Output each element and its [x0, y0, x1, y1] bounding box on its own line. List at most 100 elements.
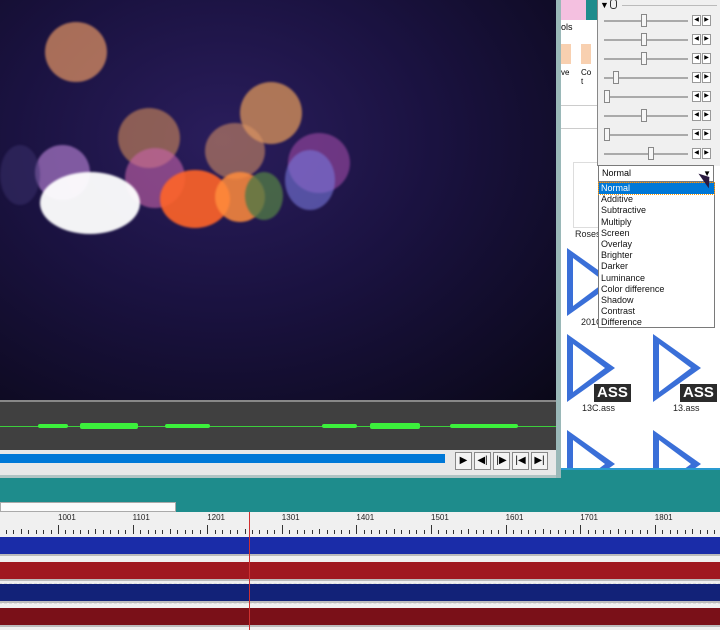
property-slider[interactable]: ◀ ▶ — [604, 90, 718, 104]
go-start-button[interactable]: |◀ — [512, 452, 529, 470]
collapse-arrow-icon[interactable]: ▼ — [600, 0, 609, 10]
file-name[interactable]: Roses — [575, 229, 601, 239]
decrement-button[interactable]: ◀ — [692, 15, 701, 26]
slider-thumb[interactable] — [613, 71, 620, 84]
ruler-tick — [28, 530, 30, 534]
file-name[interactable]: 13C.ass — [582, 403, 615, 413]
ruler-tick — [229, 530, 231, 534]
increment-button[interactable]: ▶ — [702, 129, 711, 140]
next-frame-button[interactable]: |▶ — [493, 452, 510, 470]
ruler-tick — [692, 529, 694, 534]
play-button[interactable]: ▶ — [455, 452, 472, 470]
ruler-tick — [20, 529, 22, 534]
prev-frame-button[interactable]: ◀| — [474, 452, 491, 470]
playback-progress-bar[interactable] — [0, 454, 445, 463]
property-slider[interactable]: ◀ ▶ — [604, 14, 718, 28]
timeline-ruler[interactable]: 1001 1101 1201 1301 1401 1501 1601 1701 1801 — [0, 512, 720, 537]
blend-option[interactable]: Difference — [599, 317, 714, 328]
ruler-tick — [87, 530, 89, 534]
slider-thumb[interactable] — [641, 14, 648, 27]
ruler-tick — [416, 530, 418, 534]
blend-option[interactable]: Multiply — [599, 217, 714, 228]
increment-button[interactable]: ▶ — [702, 53, 711, 64]
slider-thumb[interactable] — [641, 109, 648, 122]
decrement-button[interactable]: ◀ — [692, 110, 701, 121]
ruler-tick — [326, 530, 328, 534]
property-slider[interactable]: ◀ ▶ — [604, 71, 718, 85]
blend-option[interactable]: Subtractive — [599, 205, 714, 216]
audio-waveform[interactable] — [0, 400, 556, 450]
timeline-track[interactable] — [0, 562, 720, 581]
slider-thumb[interactable] — [604, 128, 610, 141]
increment-button[interactable]: ▶ — [702, 91, 711, 102]
blend-option[interactable]: Normal — [598, 181, 715, 196]
ruler-label: 1801 — [654, 513, 673, 522]
blend-option[interactable]: Overlay — [599, 239, 714, 250]
ruler-tick — [319, 529, 321, 534]
timeline-track[interactable] — [0, 583, 720, 604]
blend-properties-panel: ▼ ◀ ▶ ◀ ▶ ◀ ▶ ◀ ▶ ◀ ▶ ◀ ▶ ◀ ▶ ◀ ▶ — [597, 0, 720, 166]
property-slider[interactable]: ◀ ▶ — [604, 128, 718, 142]
ruler-tick — [222, 530, 224, 534]
playhead[interactable] — [249, 512, 250, 630]
ruler-tick — [610, 530, 612, 534]
timeline-track[interactable] — [0, 537, 720, 556]
blend-mode-select[interactable]: Normal ▼ — [598, 165, 714, 182]
decrement-button[interactable]: ◀ — [692, 72, 701, 83]
ruler-tick — [296, 530, 298, 534]
increment-button[interactable]: ▶ — [702, 148, 711, 159]
blend-option[interactable]: Brighter — [599, 250, 714, 261]
blend-option[interactable]: Shadow — [599, 295, 714, 306]
decrement-button[interactable]: ◀ — [692, 129, 701, 140]
ruler-tick — [498, 530, 500, 534]
ruler-tick — [431, 525, 432, 534]
blend-option[interactable]: Luminance — [599, 273, 714, 284]
slider-track — [604, 96, 688, 98]
blend-option[interactable]: Color difference — [599, 284, 714, 295]
property-slider[interactable]: ◀ ▶ — [604, 109, 718, 123]
decrement-button[interactable]: ◀ — [692, 34, 701, 45]
decrement-button[interactable]: ◀ — [692, 91, 701, 102]
blend-option[interactable]: Additive — [599, 194, 714, 205]
slider-thumb[interactable] — [604, 90, 610, 103]
ruler-tick — [334, 530, 336, 534]
timeline-track[interactable] — [0, 608, 720, 627]
file-name[interactable]: 13.ass — [673, 403, 700, 413]
property-slider[interactable]: ◀ ▶ — [604, 33, 718, 47]
ribbon-tab[interactable]: ols — [561, 22, 573, 32]
ribbon-button[interactable]: Co t — [581, 68, 595, 86]
blend-option[interactable]: Darker — [599, 261, 714, 272]
ruler-tick — [505, 525, 507, 534]
blend-mode-value: Normal — [602, 168, 632, 178]
increment-button[interactable]: ▶ — [702, 15, 711, 26]
ribbon-button[interactable]: ve — [561, 68, 569, 77]
ruler-tick — [707, 530, 709, 534]
ruler-tick — [147, 530, 149, 534]
slider-thumb[interactable] — [641, 52, 648, 65]
ruler-tick — [617, 529, 619, 534]
decrement-button[interactable]: ◀ — [692, 53, 701, 64]
ruler-tick — [192, 530, 194, 534]
ruler-tick — [624, 530, 626, 534]
ruler-tick — [542, 529, 544, 534]
property-slider[interactable]: ◀ ▶ — [604, 147, 718, 161]
timeline-scrollbar[interactable] — [0, 502, 176, 512]
blend-option[interactable]: Screen — [599, 228, 714, 239]
increment-button[interactable]: ▶ — [702, 72, 711, 83]
video-preview — [0, 0, 556, 400]
blend-mode-dropdown[interactable]: Normal Additive Subtractive Multiply Screen O… — [598, 181, 715, 328]
property-slider[interactable]: ◀ ▶ — [604, 52, 718, 66]
go-end-button[interactable]: ▶| — [531, 452, 548, 470]
ruler-tick — [371, 530, 373, 534]
ruler-tick — [714, 530, 716, 534]
ruler-tick — [132, 525, 134, 534]
ruler-tick — [572, 530, 574, 534]
decrement-button[interactable]: ◀ — [692, 148, 701, 159]
ruler-tick — [602, 530, 604, 534]
blend-option[interactable]: Contrast — [599, 306, 714, 317]
slider-thumb[interactable] — [648, 147, 655, 160]
increment-button[interactable]: ▶ — [702, 34, 711, 45]
increment-button[interactable]: ▶ — [702, 110, 711, 121]
ruler-tick — [311, 530, 313, 534]
slider-thumb[interactable] — [641, 33, 648, 46]
